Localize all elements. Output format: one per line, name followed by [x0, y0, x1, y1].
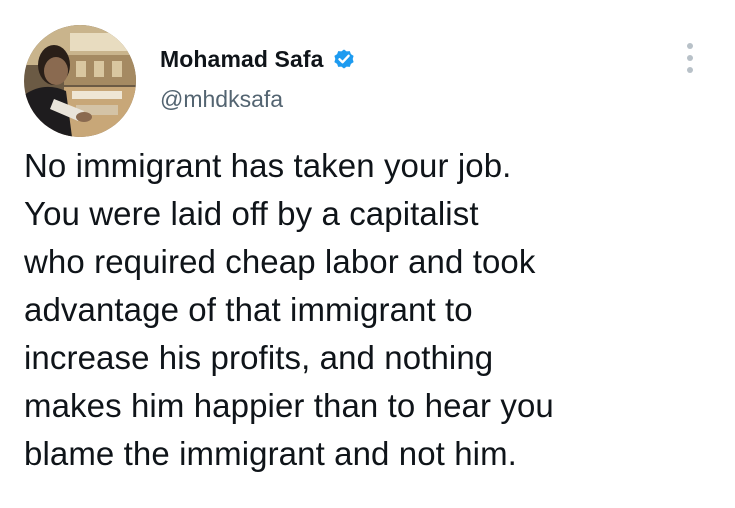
tweet-text-line: advantage of that immigrant to: [24, 291, 473, 328]
more-vertical-icon[interactable]: [680, 40, 700, 76]
tweet-text-line: who required cheap labor and took: [24, 243, 536, 280]
tweet-text-line: You were laid off by a capitalist: [24, 195, 479, 232]
tweet-text-line: makes him happier than to hear you: [24, 387, 554, 424]
tweet-text-line: blame the immigrant and not him.: [24, 435, 517, 472]
verified-badge-icon: [332, 47, 356, 71]
tweet-card: Mohamad Safa @mhdksafa No immigrant has …: [0, 0, 735, 508]
tweet-text: No immigrant has taken your job. You wer…: [24, 142, 714, 478]
tweet-text-line: No immigrant has taken your job.: [24, 147, 512, 184]
user-handle[interactable]: @mhdksafa: [160, 84, 283, 114]
name-row: Mohamad Safa: [160, 44, 356, 74]
tweet-text-line: increase his profits, and nothing: [24, 339, 494, 376]
avatar[interactable]: [24, 25, 136, 137]
display-name[interactable]: Mohamad Safa: [160, 44, 324, 74]
